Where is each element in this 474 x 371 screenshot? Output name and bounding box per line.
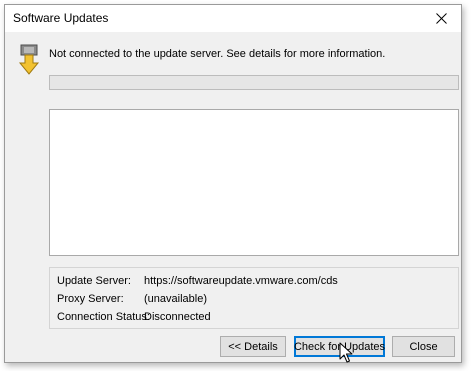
update-server-label: Update Server: bbox=[57, 275, 131, 287]
connection-status-row: Connection Status:Disconnected bbox=[57, 311, 211, 323]
software-updates-dialog: Software Updates Not connected to the up… bbox=[4, 4, 462, 363]
update-server-row: Update Server: https://softwareupdate.vmw… bbox=[57, 275, 338, 287]
server-info-panel: Update Server: https://softwareupdate.vmw… bbox=[49, 267, 459, 329]
proxy-server-label: Proxy Server: bbox=[57, 293, 124, 305]
proxy-server-row: Proxy Server: (unavailable) bbox=[57, 293, 207, 305]
download-arrow-icon bbox=[18, 44, 40, 76]
window-title: Software Updates bbox=[13, 11, 109, 25]
details-text-area[interactable] bbox=[49, 109, 459, 256]
title-bar: Software Updates bbox=[5, 5, 461, 32]
proxy-server-value: (unavailable) bbox=[144, 293, 207, 305]
update-server-value: https://softwareupdate.vmware.com/cds bbox=[144, 275, 338, 287]
mouse-pointer-icon bbox=[339, 342, 353, 364]
close-button[interactable]: Close bbox=[392, 336, 455, 357]
connection-status-value: Disconnected bbox=[144, 311, 211, 323]
connection-status-label: Connection Status: bbox=[57, 311, 150, 323]
close-icon[interactable] bbox=[421, 5, 461, 32]
update-progress-bar bbox=[49, 75, 459, 90]
connection-status-message: Not connected to the update server. See … bbox=[49, 48, 386, 60]
details-button[interactable]: << Details bbox=[220, 336, 286, 357]
